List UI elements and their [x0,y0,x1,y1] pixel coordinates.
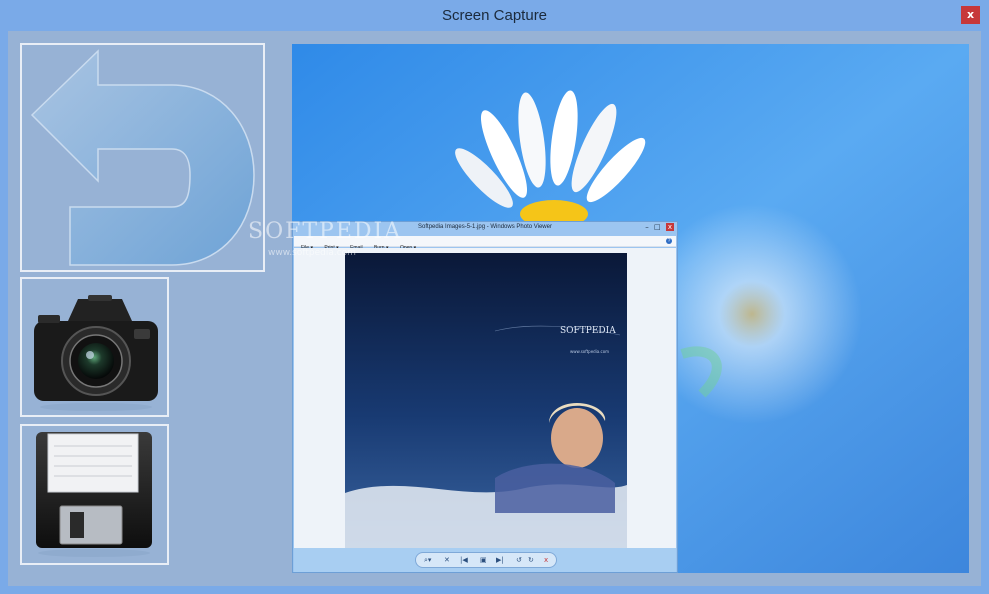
softpedia-watermark: SOFTPEDIA [248,219,403,244]
client-area: Softpedia Images-5-1.jpg - Windows Photo… [8,31,981,586]
slideshow-icon[interactable]: ▣ [480,556,487,564]
fit-icon[interactable]: ✕ [444,556,450,564]
softpedia-watermark-url: www.softpedia.com [268,248,356,258]
close-button[interactable]: x [961,6,980,24]
photo-url-text: www.softpedia.com [570,349,609,354]
minimize-icon[interactable]: – [645,223,649,231]
photo-brand-text: SOFTPEDIA [560,326,616,336]
capture-button[interactable] [20,277,169,417]
zoom-icon[interactable]: ⌕▾ [424,556,431,565]
photo-viewer-canvas: SOFTPEDIA www.softpedia.com [294,248,676,548]
rotate-ccw-icon[interactable]: ↺ [516,556,522,564]
previous-icon[interactable]: |◀ [460,556,468,564]
help-icon[interactable]: ? [666,238,672,244]
photo-viewer-controls: – □ x [642,223,674,231]
back-button[interactable] [20,43,265,272]
undo-arrow-icon [30,49,255,266]
title-bar: Screen Capture x [0,0,989,31]
next-icon[interactable]: ▶| [496,556,504,564]
rotate-cw-icon[interactable]: ↻ [528,556,534,564]
softpedia-wallpaper-photo: SOFTPEDIA www.softpedia.com [345,253,627,548]
maximize-icon[interactable]: □ [654,223,661,231]
save-button[interactable] [20,424,169,565]
delete-icon[interactable]: x [544,556,548,564]
photo-viewer-toolbar: ⌕▾ ✕ |◀ ▣ ▶| ↺ ↻ x [294,548,676,572]
capture-preview: Softpedia Images-5-1.jpg - Windows Photo… [292,44,969,573]
camera-icon [34,295,158,411]
photo-viewer-window: Softpedia Images-5-1.jpg - Windows Photo… [292,221,678,573]
close-icon[interactable]: x [665,223,674,231]
navigation-pill: ⌕▾ ✕ |◀ ▣ ▶| ↺ ↻ x [415,552,557,568]
window-title: Screen Capture [441,7,548,24]
floppy-disk-icon [36,432,152,557]
